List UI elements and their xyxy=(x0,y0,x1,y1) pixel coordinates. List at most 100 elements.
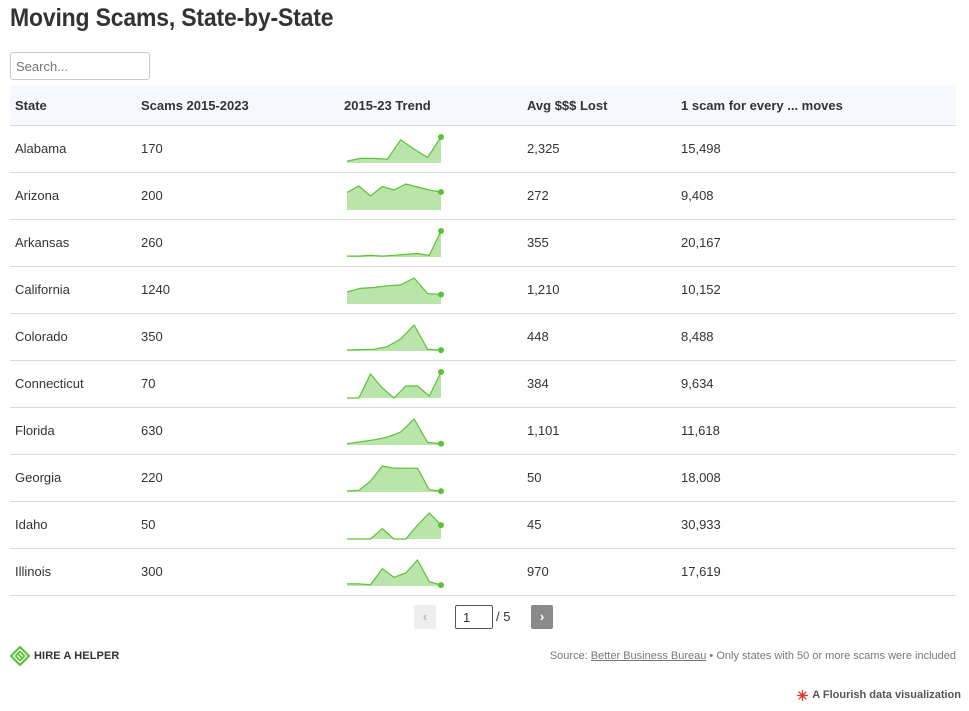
hire-a-helper-logo-icon xyxy=(10,646,30,666)
cell-scams: 170 xyxy=(141,141,163,156)
sparkline-end-point xyxy=(438,189,444,195)
cell-scam-ratio: 10,152 xyxy=(681,282,721,297)
table-row: Georgia 220 50 18,008 xyxy=(10,455,956,502)
source-prefix: Source: xyxy=(549,650,591,662)
sparkline-end-point xyxy=(438,369,444,375)
cell-scam-ratio: 8,488 xyxy=(681,329,714,344)
sparkline-end-point xyxy=(438,440,444,447)
cell-scam-ratio: 11,618 xyxy=(681,423,720,438)
cell-avg-lost: 355 xyxy=(527,235,549,250)
cell-avg-lost: 272 xyxy=(527,188,549,203)
column-header-scam-ratio[interactable]: 1 scam for every ... moves xyxy=(681,85,843,126)
sparkline-area xyxy=(347,513,441,539)
cell-scam-ratio: 18,008 xyxy=(681,470,721,485)
sparkline-end-point xyxy=(438,347,444,354)
sparkline-end-point xyxy=(438,291,444,298)
sparkline-end-point xyxy=(438,582,444,589)
cell-state: Georgia xyxy=(15,470,62,485)
trend-sparkline xyxy=(346,134,444,163)
trend-sparkline xyxy=(346,418,444,447)
page-total: / 5 xyxy=(496,609,511,624)
cell-scams: 220 xyxy=(141,470,163,485)
cell-state: California xyxy=(15,282,70,297)
cell-scams: 70 xyxy=(141,376,156,391)
flourish-text: A Flourish data visualization xyxy=(812,689,961,701)
trend-sparkline xyxy=(346,465,444,495)
column-header-state[interactable]: State xyxy=(15,85,47,126)
sparkline-end-point xyxy=(438,488,444,495)
cell-avg-lost: 1,210 xyxy=(527,282,560,297)
cell-scams: 300 xyxy=(141,564,163,579)
trend-sparkline xyxy=(346,323,444,354)
column-header-trend[interactable]: 2015-23 Trend xyxy=(344,85,431,126)
table-row: Idaho 50 45 30,933 xyxy=(10,502,956,549)
cell-state: Connecticut xyxy=(15,376,84,391)
cell-avg-lost: 970 xyxy=(527,564,549,579)
cell-avg-lost: 1,101 xyxy=(527,423,560,438)
flourish-credit[interactable]: A Flourish data visualization xyxy=(797,688,961,702)
page-title: Moving Scams, State-by-State xyxy=(10,4,334,32)
next-page-button[interactable]: › xyxy=(531,605,553,629)
cell-state: Florida xyxy=(15,423,55,438)
sparkline-line xyxy=(347,230,442,257)
sparkline-end-point xyxy=(438,134,444,140)
table-row: Connecticut 70 384 9,634 xyxy=(10,361,956,408)
cell-scam-ratio: 15,498 xyxy=(681,141,721,156)
cell-scams: 630 xyxy=(141,423,163,438)
hire-a-helper-logo[interactable]: HIRE A HELPER xyxy=(10,646,119,666)
sparkline-end-point xyxy=(438,522,444,529)
trend-sparkline xyxy=(346,277,444,304)
table-row: Illinois 300 970 17,619 xyxy=(10,549,956,596)
page-number-input[interactable] xyxy=(455,605,493,629)
cell-avg-lost: 50 xyxy=(527,470,542,485)
cell-scams: 1240 xyxy=(141,282,170,297)
previous-page-button[interactable]: ‹ xyxy=(414,605,436,629)
cell-state: Arizona xyxy=(15,188,60,203)
cell-scams: 200 xyxy=(141,188,163,203)
table-row: Colorado 350 448 8,488 xyxy=(10,314,956,361)
sparkline-area xyxy=(347,278,441,304)
table-row: Alabama 170 2,325 15,498 xyxy=(10,126,956,173)
column-header-avg-lost[interactable]: Avg $$$ Lost xyxy=(527,85,607,126)
cell-avg-lost: 448 xyxy=(527,329,549,344)
table-row: Arkansas 260 355 20,167 xyxy=(10,220,956,267)
cell-state: Alabama xyxy=(15,141,67,156)
logo-text: HIRE A HELPER xyxy=(34,650,120,662)
cell-scams: 260 xyxy=(141,235,163,250)
column-header-scams[interactable]: Scams 2015-2023 xyxy=(141,85,249,126)
data-table: State Scams 2015-2023 2015-23 Trend Avg … xyxy=(10,85,956,596)
cell-scams: 350 xyxy=(141,329,163,344)
trend-sparkline xyxy=(347,558,444,589)
table-row: Arizona 200 272 9,408 xyxy=(10,173,956,220)
trend-sparkline xyxy=(346,183,444,210)
cell-scams: 50 xyxy=(141,517,156,532)
table-row: California 1240 1,210 10,152 xyxy=(10,267,956,314)
cell-scam-ratio: 17,619 xyxy=(681,564,721,579)
cell-state: Colorado xyxy=(15,329,68,344)
table-body: Alabama 170 2,325 15,498 Arizona 200 272 9,408 A… xyxy=(10,126,956,596)
cell-state: Idaho xyxy=(15,517,48,532)
sparkline-line xyxy=(347,371,442,399)
source-suffix: • Only states with 50 or more scams were… xyxy=(706,650,956,662)
cell-scam-ratio: 9,634 xyxy=(681,376,714,391)
cell-scam-ratio: 20,167 xyxy=(681,235,721,250)
table-header: State Scams 2015-2023 2015-23 Trend Avg … xyxy=(10,85,956,126)
cell-scam-ratio: 30,933 xyxy=(681,517,721,532)
cell-scam-ratio: 9,408 xyxy=(681,188,714,203)
cell-state: Illinois xyxy=(15,564,52,579)
sparkline-end-point xyxy=(438,228,444,234)
trend-sparkline xyxy=(347,512,444,540)
trend-sparkline xyxy=(347,369,444,399)
flourish-star-icon xyxy=(797,689,809,701)
trend-sparkline xyxy=(347,228,444,257)
table-row: Florida 630 1,101 11,618 xyxy=(10,408,956,455)
cell-avg-lost: 2,325 xyxy=(527,141,560,156)
sparkline-area xyxy=(347,231,441,257)
pagination: ‹ / 5 › xyxy=(0,605,969,629)
source-link[interactable]: Better Business Bureau xyxy=(591,650,707,662)
sparkline-area xyxy=(347,560,441,586)
source-note: Source: Better Business Bureau • Only st… xyxy=(550,650,956,662)
search-input[interactable] xyxy=(10,52,150,80)
cell-state: Arkansas xyxy=(15,235,70,250)
cell-avg-lost: 45 xyxy=(527,517,542,532)
